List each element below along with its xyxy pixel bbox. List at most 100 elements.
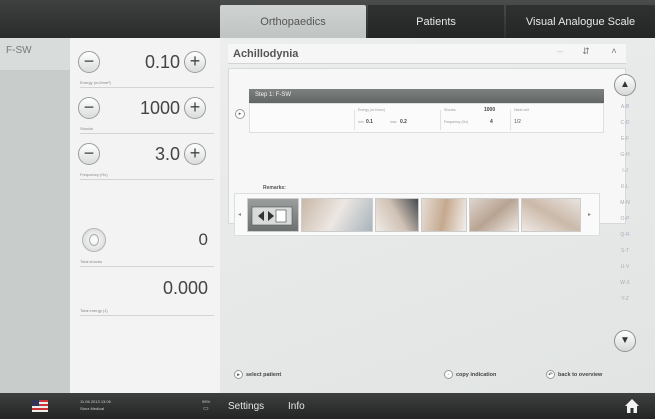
image-gallery: ◂ ▸ (234, 193, 600, 236)
chevron-up-icon[interactable]: ˄ (606, 46, 622, 62)
thumbnail-treatment-3[interactable] (421, 198, 467, 232)
select-patient-label: select patient (246, 371, 282, 378)
datetime: 11.06.2013 13:06 (80, 399, 111, 404)
tab-visual-analogue-scale[interactable]: Visual Analogue Scale (506, 5, 655, 38)
alphabet-item[interactable]: W-X (612, 280, 638, 286)
back-icon: ↶ (546, 370, 555, 379)
gallery-left-arrow-icon[interactable]: ◂ (238, 211, 241, 218)
tab-patients[interactable]: Patients (368, 5, 504, 38)
step-max-label: max (390, 120, 397, 124)
program-label: F-SW (0, 38, 70, 70)
energy-control: − 0.10 + Energy (mJ/mm²) (78, 48, 214, 88)
program-strip: F-SW (0, 38, 70, 393)
divider (80, 133, 214, 134)
divider (80, 87, 214, 88)
alphabet-item[interactable]: O-P (612, 216, 638, 222)
parameter-panel: − 0.10 + Energy (mJ/mm²) − 1000 + Shocks… (70, 38, 220, 393)
minus-icon[interactable]: – (552, 46, 568, 62)
indication-title-bar: Achillodynia – ⇵ ˄ (228, 44, 626, 64)
energy-label: Energy (mJ/mm²) (80, 80, 111, 85)
alphabet-item[interactable]: S-T (612, 248, 638, 254)
top-tab-bar: Orthopaedics Patients Visual Analogue Sc… (0, 0, 655, 38)
battery-icon: ▭ (203, 406, 209, 412)
total-shocks-label: Total shocks (80, 259, 103, 264)
tab-orthopaedics[interactable]: Orthopaedics (220, 5, 366, 38)
scroll-down-button[interactable]: ▼ (614, 330, 636, 352)
thumbnail-treatment-1[interactable] (301, 198, 373, 232)
alphabet-index: ▲ A-B C-D E-F G-H I-J K-L M-N O-P Q-R S-… (612, 74, 642, 360)
alphabet-item[interactable]: Y-Z (612, 296, 638, 302)
energy-value: 0.10 (144, 52, 180, 72)
back-to-overview-button[interactable]: ↶ back to overview (546, 370, 602, 379)
divider (510, 110, 511, 130)
step-shocks-value: 1000 (484, 107, 496, 113)
divider (80, 266, 214, 267)
frequency-decrease-button[interactable]: − (78, 143, 100, 165)
settings-button[interactable]: Settings (228, 401, 264, 412)
alphabet-item[interactable]: G-H (612, 152, 638, 158)
sort-icon[interactable]: ⇵ (578, 46, 594, 62)
step-energy-label: Energy (mJ/mm²) (358, 108, 386, 112)
copy-indication-label: copy indication (456, 371, 497, 378)
step-details[interactable]: Energy (mJ/mm²) min 0.1 max 0.2 Shocks 1… (249, 103, 604, 133)
step-shocks-label: Shocks (444, 108, 456, 112)
gallery-right-arrow-icon[interactable]: ▸ (588, 211, 591, 218)
thumbnail-treatment-4[interactable] (469, 198, 519, 232)
divider (80, 179, 214, 180)
shocks-value: 1000 (139, 98, 180, 118)
thumbnail-treatment-2[interactable] (375, 198, 419, 232)
remarks-label: Remarks: (263, 185, 286, 191)
alphabet-item[interactable]: Q-R (612, 232, 638, 238)
copy-icon: ▫ (444, 370, 453, 379)
step-min-value: 0.1 (366, 119, 373, 125)
frequency-label: Frequency (Hz) (80, 172, 108, 177)
step-handpiece-label: Hand unit (514, 108, 529, 112)
energy-increase-button[interactable]: + (184, 51, 206, 73)
alphabet-item[interactable]: A-B (612, 104, 638, 110)
step-max-value: 0.2 (400, 119, 407, 125)
alphabet-item[interactable]: M-N (612, 200, 638, 206)
handpiece-image (251, 206, 293, 226)
total-energy-value: 0.000 (162, 278, 208, 298)
shocks-increase-button[interactable]: + (184, 97, 206, 119)
main-content: Achillodynia – ⇵ ˄ ▸ Step 1: F-SW Energy… (220, 38, 655, 393)
divider (354, 110, 355, 130)
thumbnail-handpiece[interactable] (247, 198, 299, 232)
total-energy-label: Total energy (J) (80, 308, 108, 313)
play-step-icon[interactable]: ▸ (235, 109, 245, 119)
alphabet-item[interactable]: E-F (612, 136, 638, 142)
info-button[interactable]: Info (288, 401, 305, 412)
step-header[interactable]: Step 1: F-SW (249, 89, 604, 103)
copy-indication-button[interactable]: ▫ copy indication (444, 370, 496, 379)
reset-counter-icon[interactable] (82, 228, 106, 252)
energy-decrease-button[interactable]: − (78, 51, 100, 73)
select-patient-button[interactable]: ▸ select patient (234, 370, 281, 379)
language-flag-icon[interactable] (32, 400, 48, 412)
total-shocks-value: 0 (198, 230, 208, 249)
back-to-overview-label: back to overview (558, 371, 603, 378)
divider (80, 315, 214, 316)
shocks-label: Shocks (80, 126, 94, 131)
frequency-control: − 3.0 + Frequency (Hz) (78, 140, 214, 180)
alphabet-item[interactable]: I-J (612, 168, 638, 174)
step-handpiece-value: 1/2 (514, 119, 521, 125)
battery-level: 95% (202, 399, 211, 404)
status-bar: 11.06.2013 13:06 Storz Medical 95% ▭ Set… (0, 393, 655, 419)
alphabet-item[interactable]: U-V (612, 264, 638, 270)
frequency-increase-button[interactable]: + (184, 143, 206, 165)
indication-title: Achillodynia (233, 48, 299, 60)
step-frequency-value: 4 (490, 119, 493, 125)
scroll-up-button[interactable]: ▲ (614, 74, 636, 96)
alphabet-item[interactable]: C-D (612, 120, 638, 126)
company-name: Storz Medical (80, 406, 105, 411)
thumbnail-treatment-5[interactable] (521, 198, 581, 232)
home-icon[interactable] (624, 398, 640, 414)
alphabet-item[interactable]: K-L (612, 184, 638, 190)
step-min-label: min (358, 120, 364, 124)
shocks-decrease-button[interactable]: − (78, 97, 100, 119)
play-icon: ▸ (234, 370, 243, 379)
frequency-value: 3.0 (154, 144, 180, 164)
divider (440, 110, 441, 130)
shocks-control: − 1000 + Shocks (78, 94, 214, 134)
step-frequency-label: Frequency (Hz) (444, 120, 469, 124)
